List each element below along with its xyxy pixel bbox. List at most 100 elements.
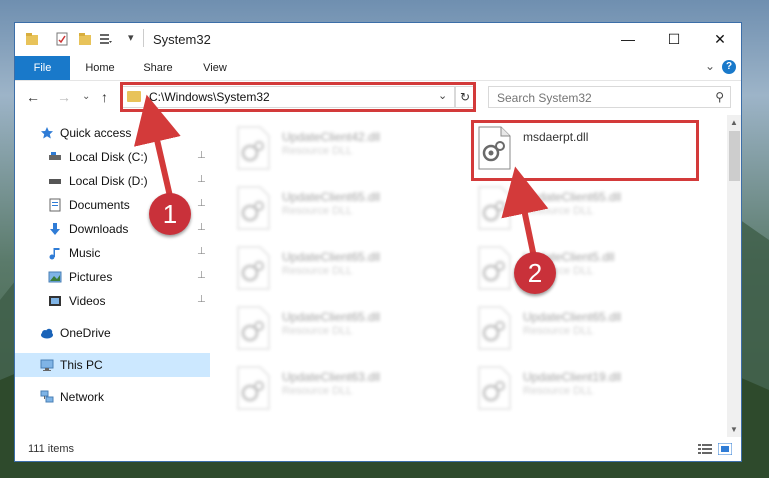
file-item[interactable]: UpdateClient65.dll Resource DLL: [234, 306, 454, 362]
new-folder-icon[interactable]: [78, 32, 92, 46]
sidebar-item-label: Local Disk (C:): [69, 150, 148, 164]
address-dropdown-icon[interactable]: ⌄: [438, 89, 447, 102]
file-item[interactable]: UpdateClient65.dll Resource DLL: [475, 306, 695, 362]
help-icon[interactable]: ?: [722, 60, 736, 74]
file-item[interactable]: UpdateClient5.dll Resource DLL: [475, 246, 695, 302]
download-icon: [50, 223, 60, 235]
computer-icon: [40, 359, 54, 371]
file-type: Resource DLL: [282, 325, 353, 337]
file-name: UpdateClient42.dll: [282, 130, 381, 144]
customize-toolbar-icon[interactable]: [99, 32, 113, 46]
file-name: UpdateClient65.dll: [523, 310, 622, 324]
dll-file-icon: [478, 246, 511, 290]
minimize-button[interactable]: —: [605, 23, 651, 56]
item-count: 111 items: [28, 443, 75, 455]
sidebar-item-this-pc[interactable]: This PC: [15, 353, 210, 377]
vertical-scrollbar[interactable]: ▲ ▼: [727, 115, 741, 437]
sidebar-item-label: Videos: [69, 294, 106, 308]
sidebar-item-label: Network: [60, 390, 105, 404]
address-bar[interactable]: C:\Windows\System32 ⌄: [121, 86, 455, 108]
file-item[interactable]: UpdateClient65.dll Resource DLL: [234, 246, 454, 302]
dll-file-icon: [478, 186, 511, 230]
scrollbar-thumb[interactable]: [729, 131, 740, 181]
sidebar-item-local-disk-d[interactable]: Local Disk (D:) ⊥: [15, 169, 210, 193]
video-icon: [49, 296, 61, 306]
sidebar-item-network[interactable]: Network: [15, 385, 210, 409]
refresh-button[interactable]: ↻: [455, 86, 475, 108]
dll-file-icon: [237, 366, 270, 410]
quick-access-toolbar-dropdown-icon[interactable]: ▾: [128, 31, 134, 44]
pin-icon: ⊥: [197, 174, 206, 185]
file-item[interactable]: UpdateClient65.dll Resource DLL: [234, 186, 454, 242]
sidebar-item-label: Quick access: [60, 126, 132, 140]
pin-icon: ⊥: [197, 198, 206, 209]
sidebar-item-label: Local Disk (D:): [69, 174, 148, 188]
drive-icon: [49, 152, 61, 160]
window-title: System32: [153, 32, 211, 47]
title-bar: ▾ System32 — ☐ ✕: [15, 23, 741, 56]
search-icon[interactable]: ⚲: [715, 90, 724, 104]
pin-icon: ⊥: [197, 294, 206, 305]
pin-icon: ⊥: [197, 222, 206, 233]
sidebar-item-local-disk-c[interactable]: Local Disk (C:) ⊥: [15, 145, 210, 169]
expand-ribbon-icon[interactable]: ⌄: [705, 59, 715, 73]
cloud-icon: [41, 328, 53, 339]
dll-file-icon: [478, 306, 511, 350]
file-name: UpdateClient65.dll: [523, 190, 622, 204]
search-box[interactable]: ⚲: [488, 86, 731, 108]
details-view-icon[interactable]: [698, 443, 712, 455]
step-badge-2: 2: [514, 252, 556, 294]
tab-home[interactable]: Home: [78, 56, 122, 80]
dll-file-icon: [237, 306, 270, 350]
sidebar-item-pictures[interactable]: Pictures ⊥: [15, 265, 210, 289]
back-button[interactable]: ←: [26, 89, 40, 105]
file-list: UpdateClient42.dll Resource DLL UpdateCl…: [212, 118, 726, 413]
file-name: UpdateClient63.dll: [282, 370, 381, 384]
up-button[interactable]: ↑: [101, 89, 108, 105]
recent-locations-button[interactable]: ⌄: [82, 91, 90, 102]
document-icon: [49, 198, 61, 212]
dll-file-icon: [237, 246, 270, 290]
file-explorer-window: ▾ System32 — ☐ ✕ File Home Share View ⌄ …: [14, 22, 742, 462]
divider: [143, 29, 144, 47]
forward-button[interactable]: →: [57, 89, 71, 105]
sidebar-item-quick-access[interactable]: Quick access: [15, 121, 210, 145]
file-item[interactable]: UpdateClient63.dll Resource DLL: [234, 366, 454, 422]
file-name: UpdateClient19.dll: [523, 370, 622, 384]
dll-file-icon: [478, 366, 511, 410]
close-button[interactable]: ✕: [697, 23, 741, 56]
sidebar-item-videos[interactable]: Videos ⊥: [15, 289, 210, 313]
address-path[interactable]: C:\Windows\System32: [149, 90, 270, 104]
tab-view[interactable]: View: [193, 56, 237, 80]
sidebar-item-label: Downloads: [69, 222, 129, 236]
drive-icon: [49, 179, 61, 184]
file-name: UpdateClient65.dll: [282, 190, 381, 204]
music-icon: [49, 248, 60, 260]
maximize-button[interactable]: ☐: [651, 23, 697, 56]
scroll-down-icon[interactable]: ▼: [730, 425, 738, 434]
properties-icon[interactable]: [55, 32, 69, 46]
search-input[interactable]: [495, 89, 699, 107]
sidebar-item-music[interactable]: Music ⊥: [15, 241, 210, 265]
tab-share[interactable]: Share: [136, 56, 180, 80]
sidebar-item-onedrive[interactable]: OneDrive: [15, 321, 210, 345]
file-type: Resource DLL: [282, 205, 353, 217]
network-icon: [40, 390, 54, 403]
file-type: Resource DLL: [282, 265, 353, 277]
pin-icon: ⊥: [197, 246, 206, 257]
pin-icon: ⊥: [197, 150, 206, 161]
folder-icon: [26, 33, 38, 45]
sidebar-item-label: Music: [69, 246, 101, 260]
file-item[interactable]: UpdateClient65.dll Resource DLL: [475, 186, 695, 242]
file-item[interactable]: UpdateClient42.dll Resource DLL: [234, 126, 454, 182]
sidebar-item-label: This PC: [60, 358, 103, 372]
tab-file[interactable]: File: [15, 56, 70, 80]
pin-icon: ⊥: [197, 270, 206, 281]
large-icons-view-icon[interactable]: [718, 443, 732, 455]
status-bar: 111 items: [15, 438, 741, 461]
file-item[interactable]: UpdateClient19.dll Resource DLL: [475, 366, 695, 422]
scroll-up-icon[interactable]: ▲: [730, 118, 738, 127]
folder-icon: [127, 91, 141, 102]
dll-file-icon: [237, 186, 270, 230]
file-item-msdaerpt[interactable]: msdaerpt.dll: [475, 126, 695, 182]
